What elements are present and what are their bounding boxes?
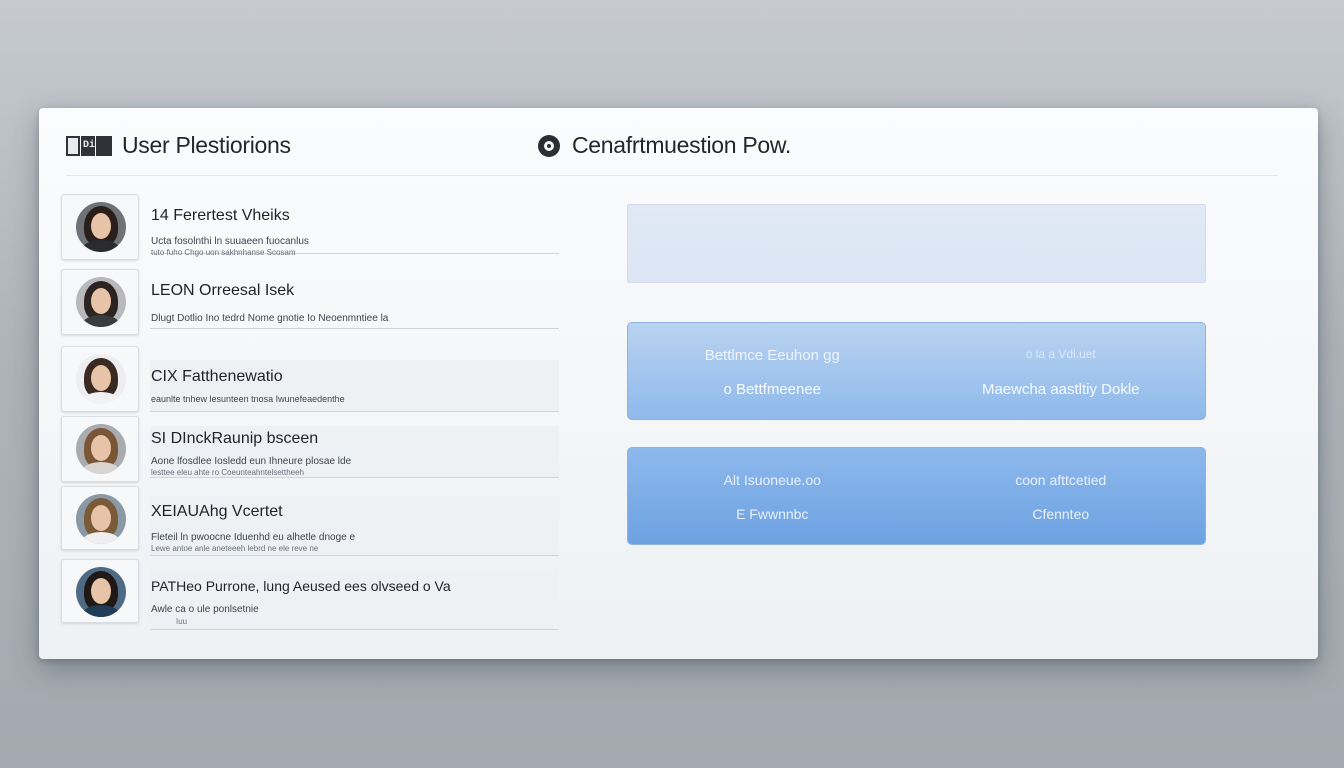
avatar (76, 494, 126, 544)
user-row[interactable]: PATHeo Purrone, lung Aeused ees olvseed … (61, 559, 559, 630)
avatar (76, 567, 126, 617)
card-label: o la a Vdl.uet (1025, 347, 1096, 361)
page-title: User Plestiorions (122, 132, 291, 158)
app-logo-icon: DiK (66, 135, 112, 156)
card-value: E Fwwnnbc (736, 506, 809, 522)
header-divider (66, 175, 1278, 176)
user-description: Aone lfosdlee Iosledd eun Ihneure plosae… (151, 456, 352, 467)
main-window: DiK User Plestiorions Cenafrtmuestion Po… (39, 108, 1318, 659)
user-name: PATHeo Purrone, lung Aeused ees olvseed … (151, 578, 451, 594)
card-value: Maewcha aastltiy Dokle (981, 381, 1140, 398)
logo-segment (66, 135, 80, 156)
user-name: XEIAUAhg Vcertet (151, 503, 283, 520)
avatar (76, 354, 126, 404)
user-name: CIX Fatthenewatio (151, 368, 283, 385)
avatar (76, 277, 126, 327)
user-name: SI DInckRaunip bsceen (151, 430, 319, 447)
card-column-left: Alt Isuoneue.oo E Fwwnnbc (628, 448, 917, 544)
user-description: Ucta fosolnthi ln suuaeen fuocanlus (151, 236, 309, 247)
header-right: Cenafrtmuestion Pow. (538, 132, 791, 159)
avatar (76, 202, 126, 252)
user-row[interactable]: LEON Orreesal Isek Dlugt Dotlio Ino tedr… (61, 269, 559, 337)
user-name: 14 Ferertest Vheiks (151, 207, 290, 224)
user-row[interactable]: 14 Ferertest Vheiks Ucta fosolnthi ln su… (61, 194, 559, 262)
user-row[interactable]: XEIAUAhg Vcertet Fleteil ln pwoocne Idue… (61, 486, 559, 556)
user-name: LEON Orreesal Isek (151, 282, 295, 299)
avatar-card (61, 559, 139, 623)
user-description: Fleteil ln pwoocne Iduenhd eu alhetle dn… (151, 532, 356, 543)
user-description-secondary: Iuu (176, 617, 188, 626)
card-label: coon afttcetied (1015, 472, 1107, 488)
power-icon[interactable] (538, 134, 560, 157)
card-label: Alt Isuoneue.oo (723, 472, 821, 488)
user-row[interactable]: CIX Fatthenewatio eaunlte tnhew lesuntee… (61, 346, 559, 414)
avatar-card (61, 486, 139, 550)
user-description-secondary: Lewe antoe anle aneteeeh lebrd ne ele re… (151, 544, 319, 553)
confirm-option-card[interactable]: Bettlmce Eeuhon gg o Bettfmeenee o la a … (627, 322, 1206, 420)
card-value: o Bettfmeenee (723, 381, 822, 398)
user-row[interactable]: SI DInckRaunip bsceen Aone lfosdlee Iosl… (61, 416, 559, 484)
card-value: Cfennteo (1032, 506, 1090, 522)
section-title: Cenafrtmuestion Pow. (572, 132, 792, 158)
preview-panel (627, 204, 1206, 283)
card-label: Bettlmce Eeuhon gg (704, 347, 840, 364)
avatar (76, 424, 126, 474)
user-description-secondary: lesttee eleu ahte ro Coeunteahntelsetthe… (151, 468, 305, 477)
card-column-right: o la a Vdl.uet Maewcha aastltiy Dokle (917, 323, 1206, 419)
user-description: Dlugt Dotlio Ino tedrd Nome gnotie Io Ne… (151, 313, 389, 324)
avatar-card (61, 416, 139, 482)
action-option-card[interactable]: Alt Isuoneue.oo E Fwwnnbc coon afttcetie… (627, 447, 1206, 545)
logo-segment (96, 135, 112, 156)
avatar-card (61, 346, 139, 412)
avatar-card (61, 194, 139, 260)
card-column-right: coon afttcetied Cfennteo (917, 448, 1206, 544)
user-description: eaunlte tnhew lesunteen tnosa Iwunefeaed… (151, 394, 345, 404)
user-description-secondary: tuto fuho Chgo uon sakhnhanse Scosam (151, 248, 296, 257)
avatar-card (61, 269, 139, 335)
card-column-left: Bettlmce Eeuhon gg o Bettfmeenee (628, 323, 917, 419)
logo-segment: DiK (81, 135, 101, 156)
user-description: Awle ca o ule ponlsetnie (151, 604, 259, 615)
header-left: DiK User Plestiorions (66, 132, 291, 159)
